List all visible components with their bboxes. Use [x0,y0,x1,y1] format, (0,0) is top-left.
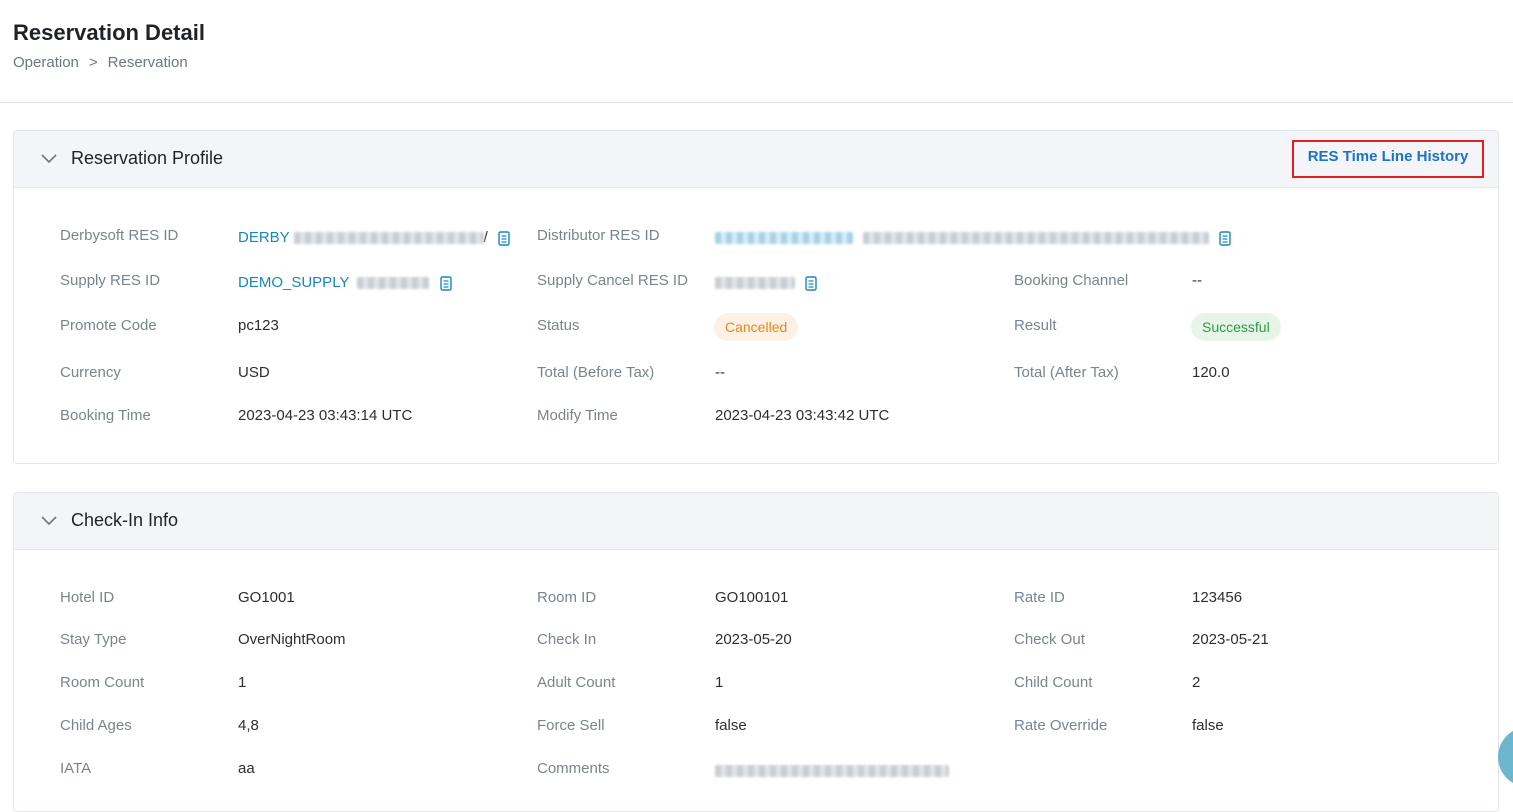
currency-label: Currency [60,364,121,381]
chevron-down-icon[interactable] [40,151,58,165]
hotel-id-value: GO1001 [238,589,295,606]
modify-time-label: Modify Time [537,407,618,424]
child-count-value: 2 [1192,674,1201,691]
modify-time-value: 2023-04-23 03:43:42 UTC [715,407,890,424]
check-out-value: 2023-05-21 [1192,631,1269,648]
total-before-tax-value: -- [715,364,725,381]
derbysoft-res-id-suffix: / [483,229,488,246]
promote-code-label: Promote Code [60,317,157,334]
iata-label: IATA [60,760,92,777]
adult-count-value: 1 [715,674,724,691]
breadcrumb-operation[interactable]: Operation [13,54,79,71]
adult-count-label: Adult Count [537,674,616,691]
rate-override-value: false [1192,717,1224,734]
stay-type-label: Stay Type [60,631,127,648]
page-title: Reservation Detail [13,20,205,45]
derbysoft-res-id-prefix[interactable]: DERBY [238,229,289,246]
force-sell-value: false [715,717,747,734]
total-after-tax-value: 120.0 [1192,364,1230,381]
redacted-id [357,277,430,290]
distributor-res-id-label: Distributor RES ID [537,227,660,244]
booking-time-value: 2023-04-23 03:43:14 UTC [238,407,413,424]
hotel-id-label: Hotel ID [60,589,115,606]
reservation-profile-title: Reservation Profile [71,148,224,168]
booking-channel-value: -- [1192,272,1202,289]
copy-icon[interactable] [498,230,510,246]
force-sell-label: Force Sell [537,717,605,734]
floating-action-button[interactable] [1498,727,1513,787]
res-timeline-history-link[interactable]: RES Time Line History [1292,140,1484,178]
chevron-down-icon[interactable] [40,513,58,527]
total-before-tax-label: Total (Before Tax) [537,364,655,381]
derbysoft-res-id-label: Derbysoft RES ID [60,227,179,244]
iata-value: aa [238,760,255,777]
room-count-label: Room Count [60,674,145,691]
copy-icon[interactable] [1219,230,1232,246]
check-out-label: Check Out [1014,631,1085,648]
comments-label: Comments [537,760,610,777]
currency-value: USD [238,364,270,381]
rate-id-value: 123456 [1192,589,1243,606]
redacted-id [715,277,795,290]
breadcrumb-separator: > [88,54,98,71]
redacted-id [293,232,484,245]
supply-res-id-prefix[interactable]: DEMO_SUPPLY [238,274,349,291]
check-in-value: 2023-05-20 [715,631,792,648]
rate-id-label: Rate ID [1014,589,1065,606]
reservation-profile-card: Reservation Profile RES Time Line Histor… [13,130,1499,464]
child-count-label: Child Count [1014,674,1093,691]
status-label: Status [537,317,580,334]
promote-code-value: pc123 [238,317,279,334]
reservation-profile-header[interactable]: Reservation Profile RES Time Line Histor… [14,131,1498,188]
redacted-text [715,765,949,778]
room-id-value: GO100101 [715,589,789,606]
breadcrumb-reservation: Reservation [107,54,188,71]
room-id-label: Room ID [537,589,597,606]
comments-value [715,762,949,779]
check-in-info-title: Check-In Info [71,510,179,530]
redacted-id [863,232,1210,245]
booking-channel-label: Booking Channel [1014,272,1129,289]
supply-res-id-value: DEMO_SUPPLY [238,274,452,291]
total-after-tax-label: Total (After Tax) [1014,364,1119,381]
supply-cancel-res-id-value [715,274,817,291]
booking-time-label: Booking Time [60,407,151,424]
copy-icon[interactable] [439,275,452,291]
page-header: Reservation Detail Operation > Reservation [0,0,1513,103]
supply-res-id-label: Supply RES ID [60,272,161,289]
status-badge: Cancelled [714,313,799,341]
derbysoft-res-id-value: DERBY / [238,229,510,246]
child-ages-value: 4,8 [238,717,259,734]
check-in-label: Check In [537,631,597,648]
child-ages-label: Child Ages [60,717,132,734]
result-label: Result [1014,317,1057,334]
stay-type-value: OverNightRoom [238,631,346,648]
copy-icon[interactable] [805,275,817,291]
rate-override-label: Rate Override [1014,717,1108,734]
result-badge: Successful [1191,313,1281,341]
distributor-res-id-value [715,229,1232,246]
breadcrumb: Operation > Reservation [13,54,188,71]
supply-cancel-res-id-label: Supply Cancel RES ID [537,272,688,289]
check-in-info-header[interactable]: Check-In Info [14,493,1498,550]
redacted-id [715,232,853,245]
room-count-value: 1 [238,674,247,691]
check-in-info-card: Check-In Info Hotel ID GO1001 Room ID GO… [13,492,1499,812]
